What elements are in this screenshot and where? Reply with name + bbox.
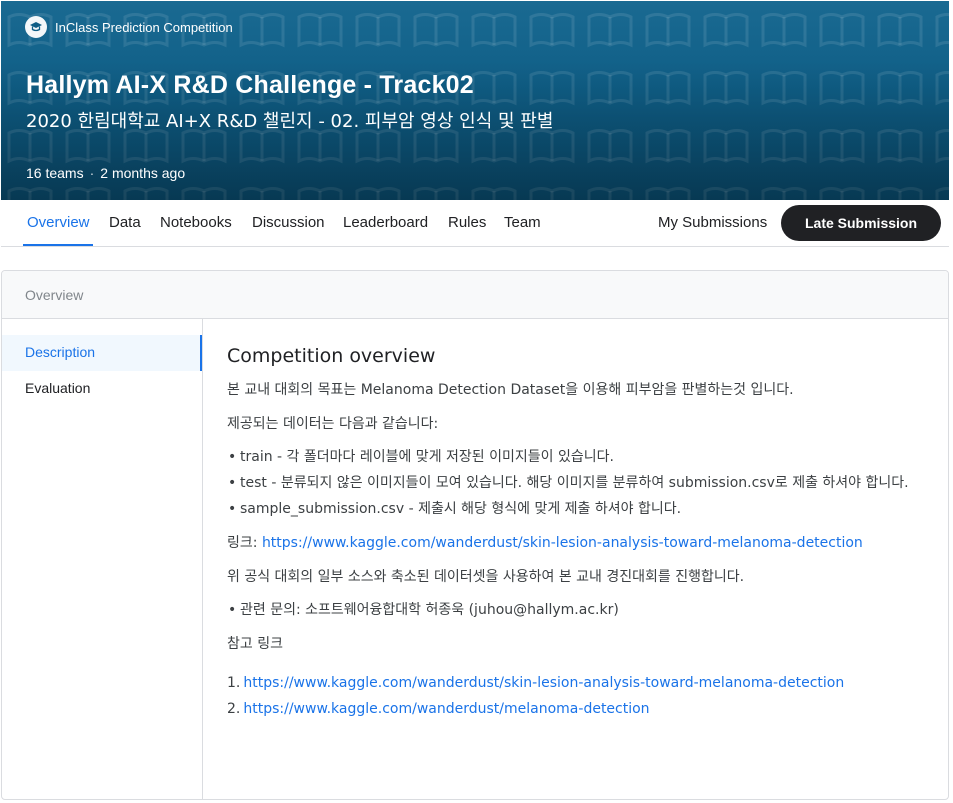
tab-rules[interactable]: Rules [448, 214, 486, 231]
my-submissions-link[interactable]: My Submissions [658, 214, 767, 231]
reference-link[interactable]: https://www.kaggle.com/wanderdust/melano… [243, 701, 649, 717]
reference-item: 1. https://www.kaggle.com/wanderdust/skin… [227, 673, 927, 694]
competition-subtitle: 2020 한림대학교 AI+X R&D 챌린지 - 02. 피부암 영상 인식 … [26, 111, 554, 132]
sidebar-item-evaluation[interactable]: Evaluation [2, 371, 202, 407]
list-item: sample_submission.csv - 제출시 해당 형식에 맞게 제출… [228, 499, 927, 520]
reference-item: 2. https://www.kaggle.com/wanderdust/mela… [227, 699, 927, 720]
competition-title: Hallym AI-X R&D Challenge - Track02 [26, 71, 474, 99]
tab-notebooks[interactable]: Notebooks [160, 214, 232, 231]
late-submission-button[interactable]: Late Submission [781, 205, 941, 241]
team-count: 16 teams [26, 165, 84, 181]
tab-leaderboard[interactable]: Leaderboard [343, 214, 428, 231]
data-file-list: train - 각 폴더마다 레이블에 맞게 저장된 이미지들이 있습니다. t… [227, 447, 927, 520]
tab-data[interactable]: Data [109, 214, 141, 231]
reference-list: 1. https://www.kaggle.com/wanderdust/skin… [227, 673, 927, 720]
meta-separator: · [89, 165, 95, 181]
active-tab-indicator [23, 244, 93, 246]
card-heading: Overview [2, 271, 948, 319]
list-item: 관련 문의: 소프트웨어융합대학 허종욱 (juhou@hallym.ac.kr… [228, 600, 927, 621]
competition-meta: 16 teams · 2 months ago [26, 165, 185, 181]
tab-team[interactable]: Team [504, 214, 541, 231]
note-paragraph: 위 공식 대회의 일부 소스와 축소된 데이터셋을 사용하여 본 교내 경진대회… [227, 569, 745, 585]
competition-type-badge: InClass Prediction Competition [25, 16, 233, 38]
references-title: 참고 링크 [227, 636, 283, 652]
data-intro-paragraph: 제공되는 데이터는 다음과 같습니다: [227, 416, 439, 432]
link-paragraph: 링크: https://www.kaggle.com/wanderdust/sk… [227, 532, 927, 554]
competition-tabs: Overview Data Notebooks Discussion Leade… [1, 200, 949, 247]
reference-number: 1. [227, 675, 241, 691]
overview-sidebar: Description Evaluation [2, 319, 203, 799]
overview-card: Overview Description Evaluation Competit… [1, 270, 949, 800]
original-competition-link[interactable]: https://www.kaggle.com/wanderdust/skin-l… [262, 535, 863, 551]
list-item: train - 각 폴더마다 레이블에 맞게 저장된 이미지들이 있습니다. [228, 447, 927, 468]
tab-discussion[interactable]: Discussion [252, 214, 325, 231]
list-item: test - 분류되지 않은 이미지들이 모여 있습니다. 해당 이미지를 분류… [228, 473, 927, 494]
intro-paragraph: 본 교내 대회의 목표는 Melanoma Detection Dataset을… [227, 382, 794, 398]
description-content: Competition overview 본 교내 대회의 목표는 Melano… [227, 345, 927, 725]
section-title: Competition overview [227, 345, 436, 367]
reference-link[interactable]: https://www.kaggle.com/wanderdust/skin-l… [243, 675, 844, 691]
contact-list: 관련 문의: 소프트웨어융합대학 허종욱 (juhou@hallym.ac.kr… [227, 600, 927, 621]
graduation-cap-icon [25, 16, 47, 38]
competition-header: InClass Prediction Competition Hallym AI… [1, 1, 949, 200]
sidebar-item-description[interactable]: Description [2, 335, 202, 371]
tab-overview[interactable]: Overview [27, 214, 90, 231]
competition-type-label: InClass Prediction Competition [55, 19, 233, 35]
link-label: 링크: [227, 535, 262, 551]
time-ago: 2 months ago [100, 165, 186, 181]
reference-number: 2. [227, 701, 241, 717]
